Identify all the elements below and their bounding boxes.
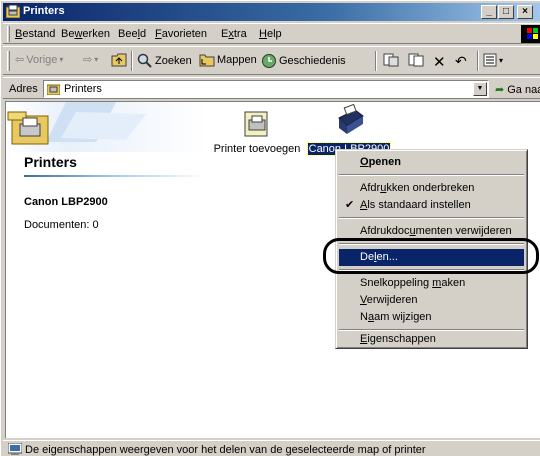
ctx-separator: [339, 269, 524, 271]
copy-to-button[interactable]: [408, 53, 424, 67]
explorer-window: Printers _ □ × Bestand Bewerken Beeld Fa…: [0, 0, 540, 456]
printer-properties-icon: [8, 443, 22, 455]
go-arrow-icon: ➦: [495, 84, 505, 96]
folders-button[interactable]: Mappen: [199, 53, 257, 67]
menu-extra[interactable]: Extra: [221, 28, 247, 40]
title-bar[interactable]: Printers _ □ ×: [3, 3, 540, 21]
folder-heading: Printers: [24, 154, 77, 170]
move-to-button[interactable]: [383, 53, 399, 67]
history-button[interactable]: Geschiedenis: [261, 53, 346, 69]
chevron-down-icon: ▾: [59, 55, 64, 64]
printer-folder-icon: [6, 5, 20, 18]
menu-beeld[interactable]: Beeld: [118, 28, 146, 40]
ctx-open[interactable]: Openen: [339, 154, 524, 171]
standard-toolbar: ⇦ Vorige ▾ ⇨ ▾ Zoeken Mappen Geschiedeni…: [3, 46, 540, 75]
delete-x-icon: ✕: [433, 54, 446, 71]
copy-to-icon: [408, 53, 424, 67]
printer-item-canon[interactable]: Canon LBP2900: [306, 103, 392, 156]
printer-icon: [338, 103, 364, 134]
ctx-separator: [339, 174, 524, 176]
menu-bestand[interactable]: Bestand: [15, 28, 55, 40]
ctx-rename[interactable]: Naam wijzigen: [339, 309, 524, 326]
add-printer-item[interactable]: Printer toevoegen: [212, 108, 302, 155]
status-text: De eigenschappen weergeven voor het dele…: [25, 444, 426, 456]
checkmark-icon: ✔: [345, 199, 355, 211]
menu-bar: Bestand Bewerken Beeld Favorieten Extra …: [3, 23, 540, 44]
undo-icon: ↶: [455, 53, 467, 69]
forward-arrow-icon: ⇨: [83, 54, 93, 66]
delete-button[interactable]: ✕: [433, 53, 446, 71]
window-title: Printers: [23, 5, 65, 17]
ctx-delete[interactable]: Verwijderen: [339, 292, 524, 309]
undo-button[interactable]: ↶: [455, 53, 467, 70]
menu-bewerken[interactable]: Bewerken: [61, 28, 110, 40]
context-menu: Openen Afdrukken onderbreken ✔ Als stand…: [335, 149, 528, 349]
go-button[interactable]: ➦ Ga naar: [495, 83, 540, 97]
move-to-icon: [383, 53, 399, 67]
add-printer-icon: [244, 111, 268, 137]
folder-up-icon: [111, 53, 127, 67]
windows-logo-icon: [521, 25, 540, 43]
ctx-cancel-documents[interactable]: Afdrukdocumenten verwijderen: [339, 223, 524, 240]
chevron-down-icon: ▾: [94, 55, 99, 64]
up-folder-button[interactable]: [111, 53, 127, 67]
back-arrow-icon: ⇦: [15, 54, 25, 66]
ctx-share[interactable]: Delen...: [339, 249, 524, 266]
address-bar: Adres Printers ▼ ➦ Ga naar: [3, 77, 540, 99]
chevron-down-icon: ▾: [499, 55, 504, 65]
printer-folder-icon: [47, 84, 60, 95]
address-label: Adres: [9, 83, 38, 95]
address-field[interactable]: Printers ▼: [43, 80, 489, 98]
selected-printer-name: Canon LBP2900: [24, 196, 108, 208]
close-button[interactable]: ×: [517, 5, 533, 19]
documents-count: Documenten: 0: [24, 219, 99, 231]
back-button[interactable]: ⇦ Vorige ▾: [15, 53, 64, 67]
forward-button[interactable]: ⇨ ▾: [83, 53, 98, 66]
ctx-set-default[interactable]: ✔ Als standaard instellen: [339, 197, 524, 214]
menubar-grip[interactable]: [7, 26, 10, 42]
menu-help[interactable]: Help: [259, 28, 282, 40]
minimize-button[interactable]: _: [481, 5, 497, 19]
heading-divider: [24, 175, 207, 177]
toolbar-grip[interactable]: [7, 51, 10, 71]
ctx-properties[interactable]: Eigenschappen: [339, 331, 524, 348]
menu-favorieten[interactable]: Favorieten: [155, 28, 207, 40]
status-bar: De eigenschappen weergeven voor het dele…: [3, 440, 540, 456]
address-value: Printers: [64, 83, 102, 95]
ctx-pause-printing[interactable]: Afdrukken onderbreken: [339, 180, 524, 197]
ctx-separator: [339, 217, 524, 219]
search-icon: [137, 53, 152, 68]
history-icon: [262, 54, 276, 68]
printers-folder-banner: [6, 102, 206, 152]
views-icon: [483, 53, 497, 67]
ctx-create-shortcut[interactable]: Snelkoppeling maken: [339, 275, 524, 292]
search-button[interactable]: Zoeken: [137, 53, 192, 69]
ctx-separator: [339, 243, 524, 245]
maximize-button[interactable]: □: [498, 5, 514, 19]
views-button[interactable]: ▾: [483, 53, 503, 67]
folders-icon: [199, 54, 215, 67]
address-dropdown-button[interactable]: ▼: [473, 82, 487, 96]
